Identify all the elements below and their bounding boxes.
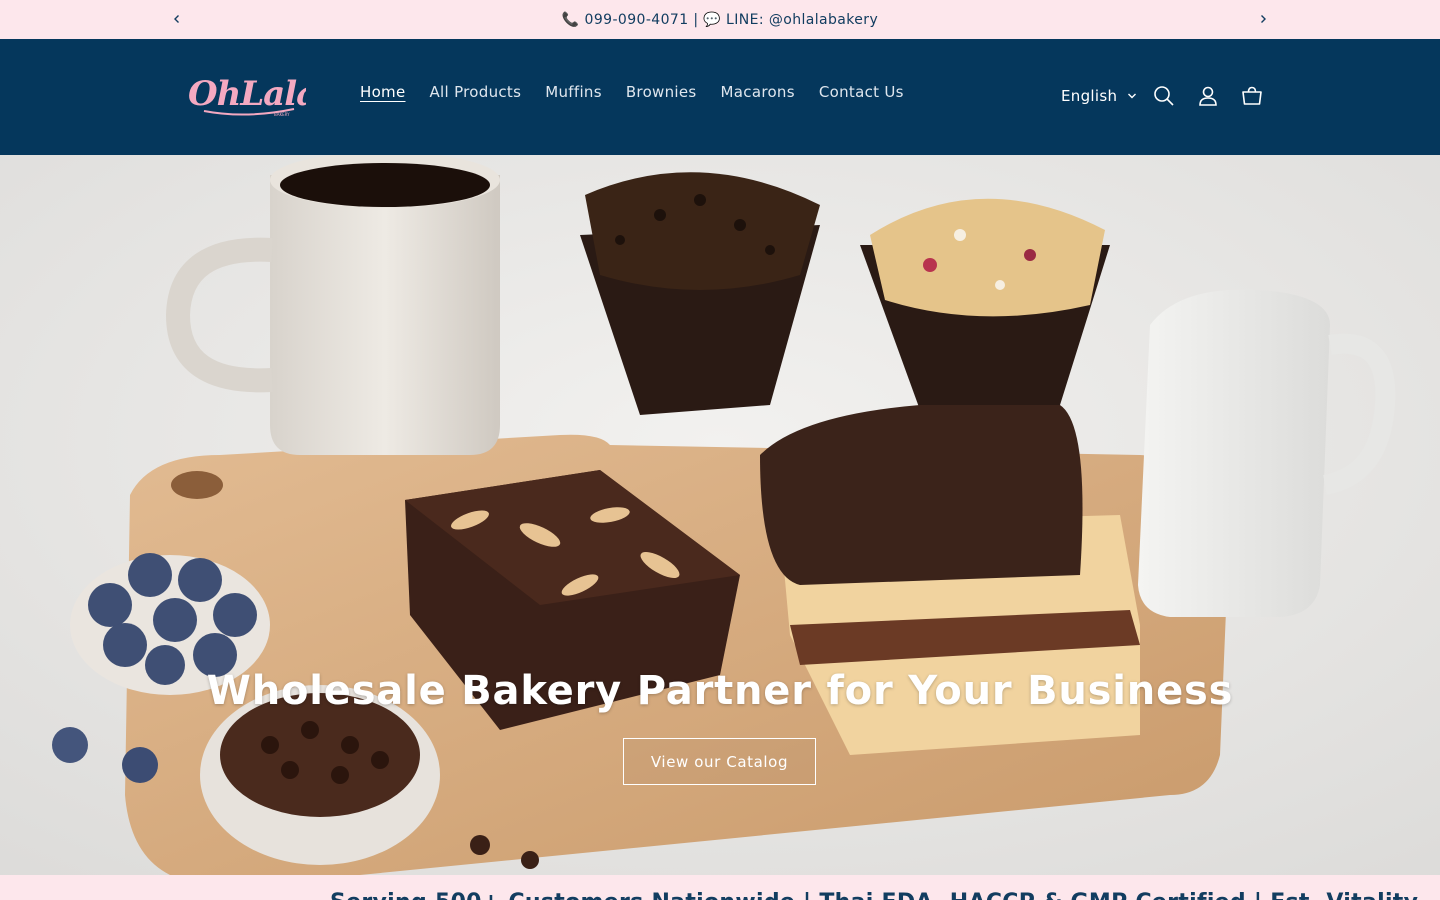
- account-icon: [1199, 86, 1217, 106]
- svg-text:OhLala: OhLala: [188, 74, 306, 114]
- chevron-right-icon: [1261, 15, 1266, 23]
- logo-image: OhLala BAKERY: [188, 74, 318, 117]
- language-label: English: [1061, 87, 1118, 105]
- trust-banner: Serving 500+ Customers Nationwide | Thai…: [0, 875, 1440, 900]
- nav-brownies[interactable]: Brownies: [614, 83, 709, 101]
- chevron-left-icon: [174, 15, 179, 23]
- svg-text:BAKERY: BAKERY: [274, 112, 290, 117]
- nav-all-products[interactable]: All Products: [418, 83, 534, 101]
- announcement-next-button[interactable]: [1253, 9, 1273, 29]
- view-catalog-button[interactable]: View our Catalog: [623, 738, 816, 785]
- trust-banner-text: Serving 500+ Customers Nationwide | Thai…: [330, 890, 1418, 900]
- nav-home[interactable]: Home: [348, 83, 418, 101]
- nav-contact-us[interactable]: Contact Us: [807, 83, 916, 101]
- main-nav: Home All Products Muffins Brownies Macar…: [348, 83, 916, 101]
- language-selector[interactable]: English: [1061, 87, 1137, 105]
- account-button[interactable]: [1196, 84, 1220, 108]
- nav-macarons[interactable]: Macarons: [709, 83, 807, 101]
- search-button[interactable]: [1152, 84, 1176, 108]
- announcement-prev-button[interactable]: [167, 9, 187, 29]
- nav-muffins[interactable]: Muffins: [533, 83, 614, 101]
- site-logo[interactable]: OhLala BAKERY: [186, 69, 318, 121]
- hero-banner: Wholesale Bakery Partner for Your Busine…: [0, 155, 1440, 875]
- announcement-text: 📞 099-090-4071 | 💬 LINE: @ohlalabakery: [561, 11, 879, 28]
- search-icon: [1154, 86, 1174, 106]
- cart-icon: [1242, 86, 1262, 105]
- announcement-bar: 📞 099-090-4071 | 💬 LINE: @ohlalabakery: [0, 0, 1440, 39]
- site-header: OhLala BAKERY Home All Products Muffins …: [0, 39, 1440, 155]
- chevron-down-icon: [1128, 93, 1137, 99]
- hero-title: Wholesale Bakery Partner for Your Busine…: [206, 668, 1234, 714]
- cart-button[interactable]: [1240, 84, 1264, 108]
